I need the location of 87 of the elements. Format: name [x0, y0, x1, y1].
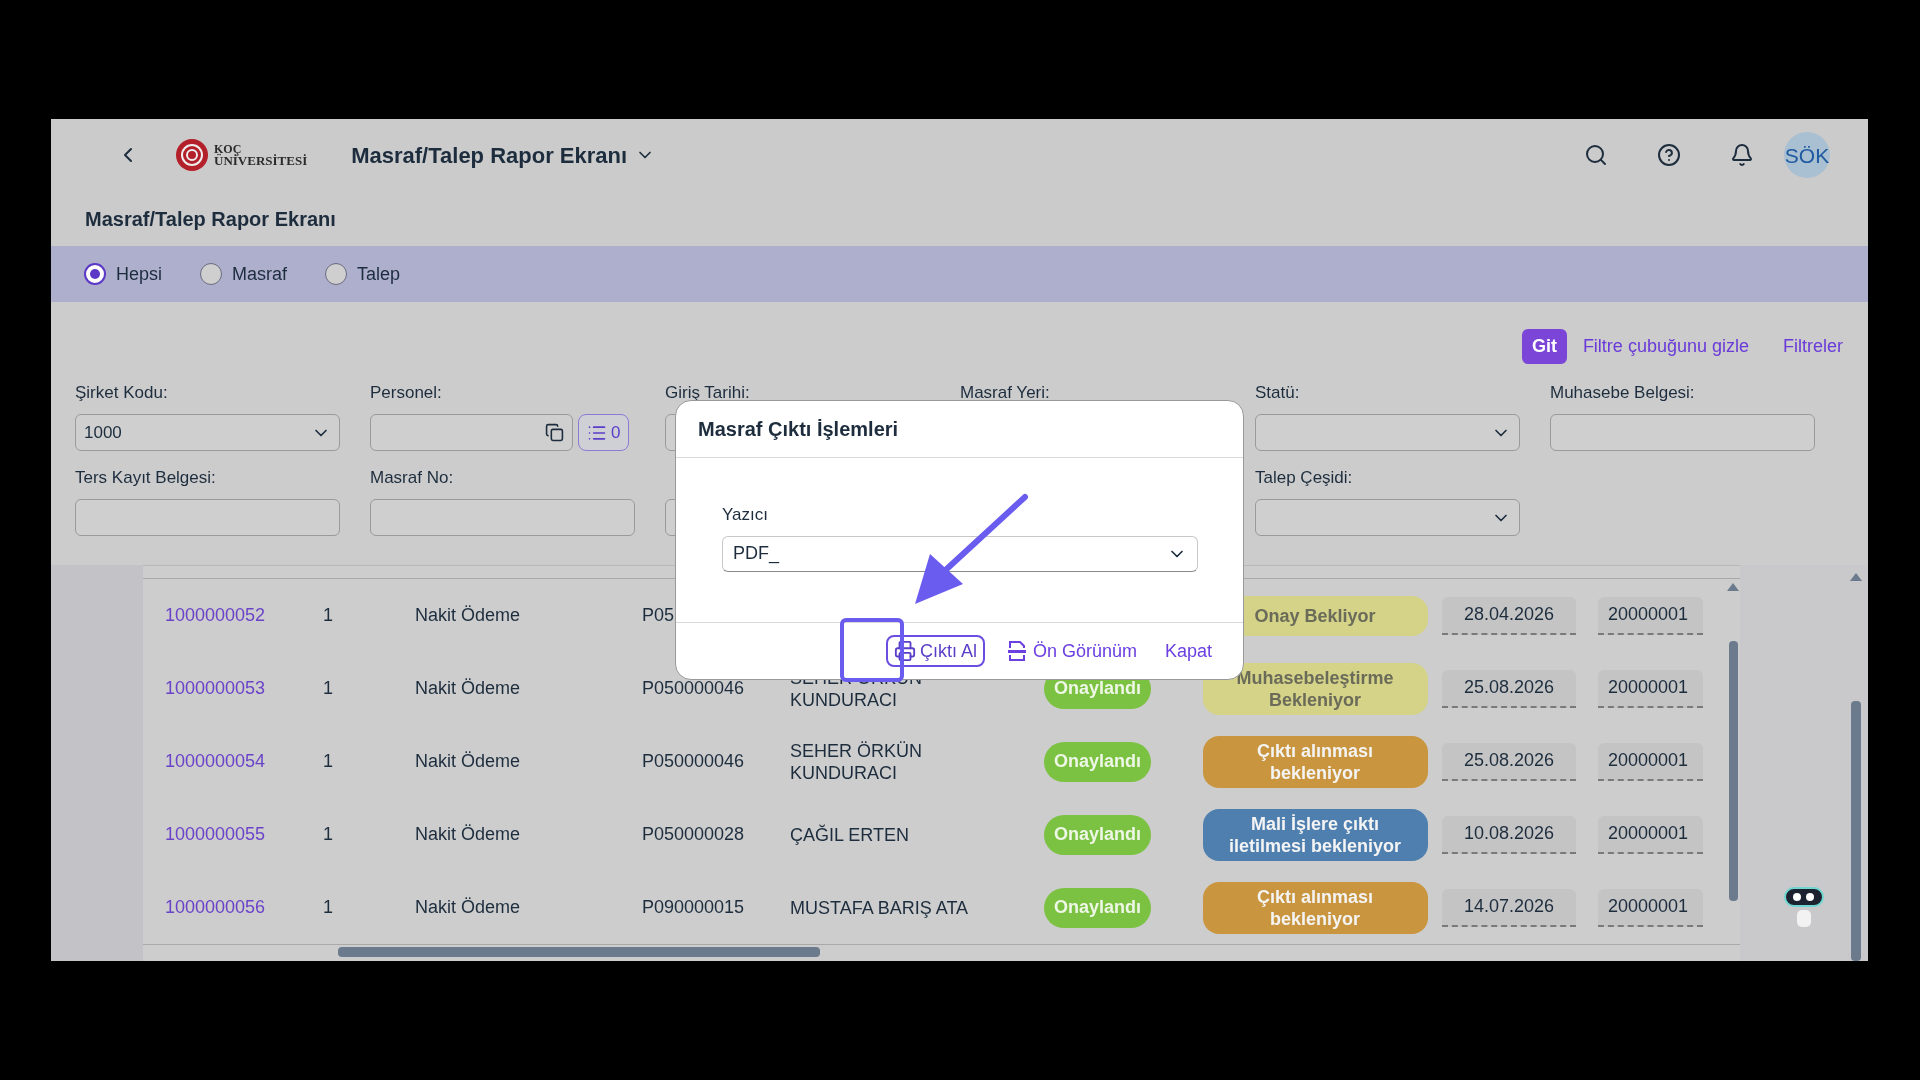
document-link[interactable]: 1000000053 [165, 678, 266, 698]
app-title-menu[interactable]: Masraf/Talep Rapor Ekranı [351, 138, 656, 172]
select-field[interactable]: 1000 [75, 414, 340, 452]
table-cell: P090000015 [642, 897, 745, 917]
help-icon[interactable] [1657, 143, 1681, 168]
preview-button[interactable]: Ön Görünüm [1000, 635, 1143, 667]
approval-status: Onaylandı [1044, 741, 1151, 782]
table-cell: SEHER ÖRKÜN KUNDURACI [790, 740, 923, 783]
number-field[interactable]: 20000001 [1598, 815, 1703, 854]
table-cell: 1 [323, 897, 333, 917]
table-cell: Nakit Ödeme [415, 897, 521, 917]
field-label: Ters Kayıt Belgesi: [75, 467, 217, 490]
search-icon[interactable] [1584, 143, 1608, 168]
table-cell: P05 [642, 605, 675, 625]
approval-status: Onaylandı [1044, 887, 1151, 928]
process-status: Çıktı alınması bekleniyor [1202, 735, 1428, 788]
print-button[interactable]: Çıktı Al [885, 635, 985, 667]
number-field[interactable]: 20000001 [1598, 888, 1703, 927]
date-field[interactable]: 25.08.2026 [1442, 669, 1576, 708]
logo-text: KOÇ [214, 143, 242, 156]
date-field[interactable]: 10.08.2026 [1442, 815, 1576, 854]
robot-icon[interactable] [1782, 885, 1826, 929]
horizontal-scrollbar[interactable] [338, 946, 820, 957]
table-cell: 1 [323, 824, 333, 844]
table-cell: 1 [323, 605, 333, 625]
table-cell: Nakit Ödeme [415, 605, 521, 625]
date-field[interactable]: 28.04.2026 [1442, 596, 1576, 635]
table-cell: Nakit Ödeme [415, 824, 521, 844]
document-link[interactable]: 1000000052 [165, 605, 266, 625]
field-label: Talep Çeşidi: [1255, 467, 1354, 490]
go-button[interactable]: Git [1521, 329, 1567, 365]
vertical-scrollbar[interactable] [1728, 641, 1738, 901]
user-avatar[interactable]: SÖK [1784, 132, 1830, 179]
field-label: Masraf Yeri: [960, 382, 1051, 405]
number-field[interactable]: 20000001 [1598, 596, 1703, 635]
table-cell: 1 [323, 678, 333, 698]
scroll-up-icon[interactable] [1850, 573, 1862, 581]
document-link[interactable]: 1000000055 [165, 824, 266, 844]
field-label: Statü: [1255, 382, 1301, 405]
date-field[interactable]: 25.08.2026 [1442, 742, 1576, 781]
process-status: Mali İşlere çıktı iletilmesi bekleniyor [1202, 808, 1428, 861]
copy-icon[interactable] [545, 423, 564, 443]
process-status: Çıktı alınması bekleniyor [1202, 881, 1428, 934]
select-field[interactable] [1255, 499, 1520, 537]
highlight-frame [840, 618, 904, 682]
input-field[interactable] [370, 499, 635, 537]
field-label: Masraf No: [370, 467, 455, 490]
field-label: Yazıcı [722, 504, 769, 526]
table-cell: Nakit Ödeme [415, 678, 521, 698]
date-field[interactable]: 14.07.2026 [1442, 888, 1576, 927]
select-field[interactable] [1255, 414, 1520, 452]
radio-option[interactable]: Masraf [200, 260, 288, 288]
document-link[interactable]: 1000000056 [165, 897, 266, 917]
field-label: Personel: [370, 382, 443, 405]
number-field[interactable]: 20000001 [1598, 669, 1703, 708]
process-status: Muhasebeleştirme Bekleniyor [1202, 662, 1428, 715]
notification-icon[interactable] [1730, 143, 1754, 168]
printer-icon [893, 640, 916, 662]
table-cell: Nakit Ödeme [415, 751, 521, 771]
scroll-up-icon[interactable] [1727, 583, 1739, 591]
hide-filter-bar-link[interactable]: Filtre çubuğunu gizle [1582, 333, 1749, 361]
input-field[interactable] [75, 499, 340, 537]
logo-icon [175, 138, 209, 173]
filters-link[interactable]: Filtreler [1783, 333, 1843, 361]
printer-select[interactable]: PDF_ [722, 535, 1198, 572]
table-cell: P050000046 [642, 678, 745, 698]
field-label: Şirket Kodu: [75, 382, 169, 405]
input-field[interactable] [370, 414, 573, 452]
table-cell: P050000046 [642, 751, 745, 771]
table-cell: MUSTAFA BARIŞ ATA [790, 897, 969, 918]
page-title: Masraf/Talep Rapor Ekranı [85, 207, 336, 232]
table-cell: ÇAĞIL ERTEN [790, 824, 910, 845]
approval-status: Onaylandı [1044, 814, 1151, 855]
page-scrollbar[interactable] [1851, 701, 1861, 961]
radio-option[interactable]: Hepsi [84, 260, 163, 288]
table-cell: P050000028 [642, 824, 745, 844]
document-link[interactable]: 1000000054 [165, 751, 266, 771]
field-label: Giriş Tarihi: [665, 382, 751, 405]
document-icon [1006, 640, 1027, 662]
token-count-button[interactable]: 0 [578, 414, 630, 452]
logo-text: ÜNİVERSİTESİ [214, 155, 308, 168]
radio-option[interactable]: Talep [325, 260, 401, 288]
input-field[interactable] [1550, 414, 1815, 452]
dialog-title: Masraf Çıktı İşlemleri [698, 417, 899, 442]
number-field[interactable]: 20000001 [1598, 742, 1703, 781]
field-label: Muhasebe Belgesi: [1550, 382, 1696, 405]
table-cell: 1 [323, 751, 333, 771]
